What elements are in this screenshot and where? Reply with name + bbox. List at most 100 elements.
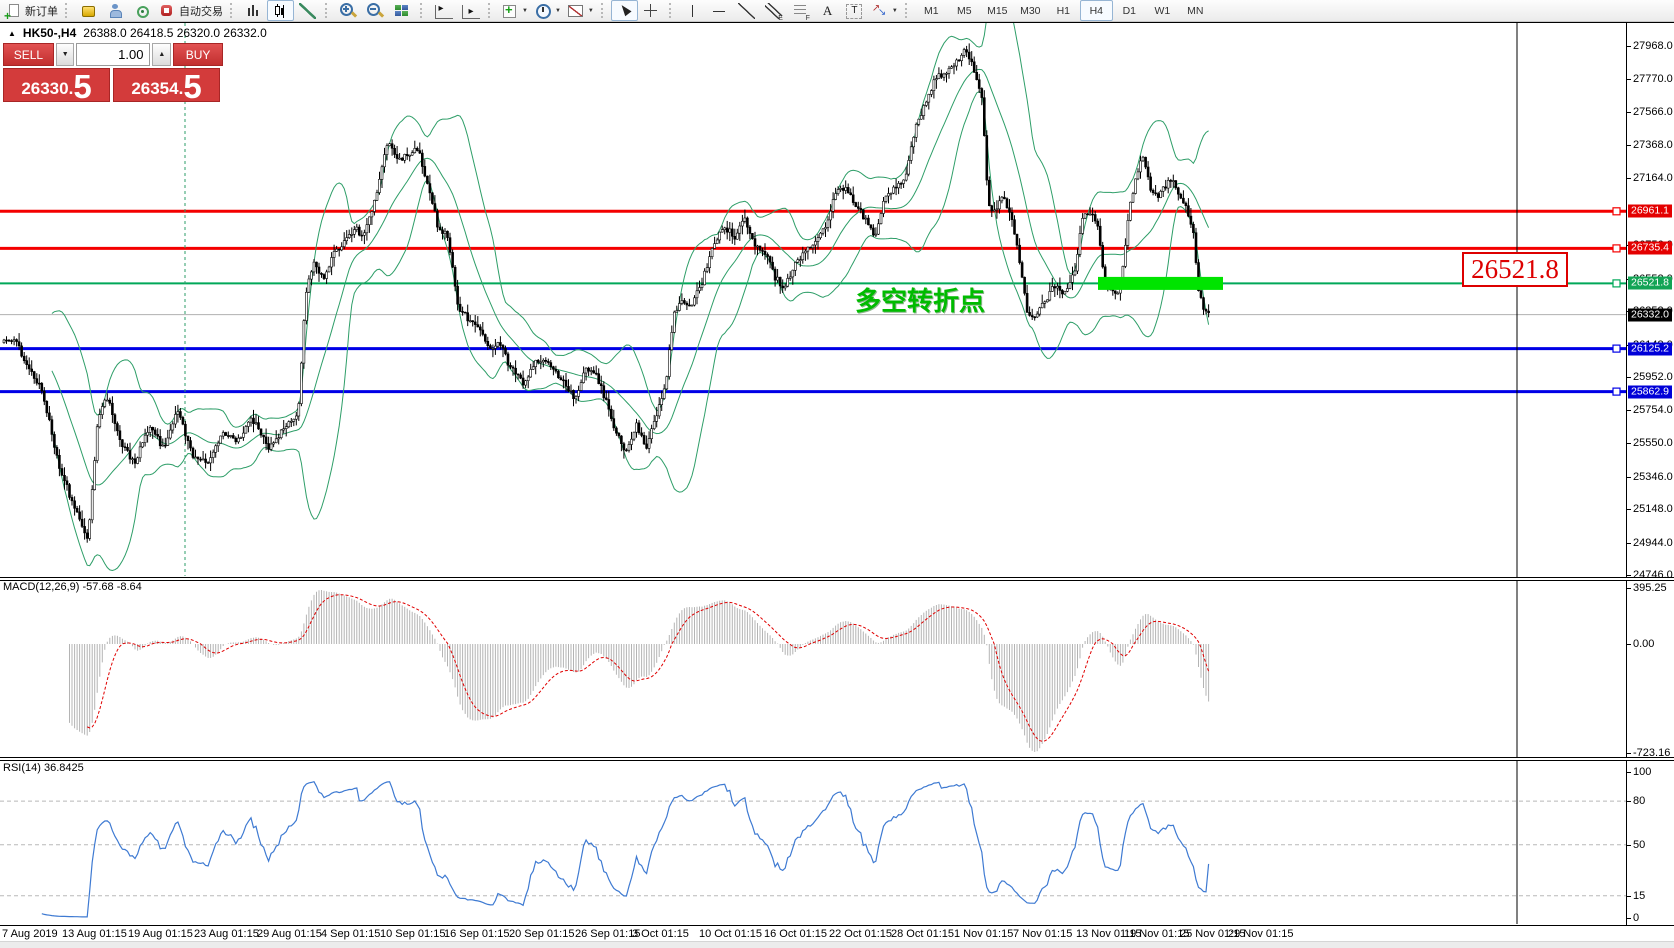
line-chart-button[interactable]	[294, 0, 321, 21]
volume-decrease-button[interactable]: ▼	[55, 43, 75, 66]
collapse-panel-icon[interactable]: ▲	[8, 29, 16, 38]
timeframe-MN[interactable]: MN	[1179, 0, 1212, 21]
sell-price-display[interactable]: 26330. 5	[3, 67, 110, 105]
vertical-line-button[interactable]	[679, 0, 706, 21]
horizontal-line-button[interactable]	[706, 0, 733, 21]
volume-increase-button[interactable]: ▲	[152, 43, 172, 66]
price-axis-label: 27968.0	[1633, 40, 1673, 52]
bollinger-band	[51, 68, 1210, 486]
tile-windows-button[interactable]	[389, 0, 416, 21]
horizontal-line-icon	[710, 2, 728, 19]
indicator-tick	[1627, 895, 1631, 897]
chevron-down-icon[interactable]: ▼	[555, 8, 561, 14]
rsi-indicator-label: RSI(14) 36.8425	[3, 762, 84, 774]
rsi-pane[interactable]	[0, 780, 1626, 918]
date-axis-label: 16 Oct 01:15	[764, 928, 827, 940]
text-annotation[interactable]: 多空转折点	[855, 281, 985, 318]
timeframe-M15[interactable]: M15	[981, 0, 1014, 21]
price-axis-label: 25550.0	[1633, 437, 1673, 449]
highlight-rectangle-object[interactable]	[1098, 276, 1223, 290]
price-tag: 25862.9	[1628, 385, 1672, 399]
equidistant-channel-button[interactable]	[760, 0, 787, 22]
arrows-button[interactable]: ▼	[868, 0, 901, 21]
trendline-button[interactable]	[733, 0, 760, 21]
fibonacci-button[interactable]	[787, 0, 814, 22]
timeframe-H1[interactable]: H1	[1047, 0, 1080, 21]
chevron-down-icon[interactable]: ▼	[522, 8, 528, 14]
add-indicator-button[interactable]: ▼	[498, 0, 531, 21]
timeframe-H4[interactable]: H4	[1079, 0, 1113, 21]
toolbar-separator	[488, 3, 494, 18]
date-axis-label: 16 Sep 01:15	[444, 928, 510, 940]
date-axis-label: 3 Oct 01:15	[632, 928, 689, 940]
price-tick	[1627, 178, 1631, 179]
text-label-icon	[846, 3, 863, 19]
main-price-pane[interactable]	[0, 0, 1626, 576]
line-anchor[interactable]	[1612, 279, 1621, 288]
periods-button[interactable]: ▼	[531, 0, 564, 21]
macd-axis-label: 0.00	[1633, 638, 1655, 650]
autotrading-icon	[159, 3, 176, 19]
rsi-axis-label: 0	[1633, 911, 1640, 924]
price-tag: 26332.0	[1628, 308, 1672, 322]
date-axis-label: 13 Aug 01:15	[62, 928, 127, 940]
arrows-icon	[871, 3, 888, 19]
indicator-tick	[1627, 772, 1631, 773]
volume-input[interactable]	[76, 43, 151, 66]
timeframe-W1[interactable]: W1	[1146, 0, 1179, 21]
templates-button[interactable]: ▼	[564, 0, 597, 21]
signals-icon	[134, 3, 151, 19]
price-callout-box[interactable]: 26521.8	[1462, 252, 1568, 287]
chart-shift-button[interactable]	[430, 0, 457, 21]
bollinger-band	[51, 91, 1210, 572]
timeframe-M1[interactable]: M1	[915, 0, 948, 21]
date-axis-label: 29 Aug 01:15	[257, 928, 322, 940]
toolbar-separator	[420, 3, 426, 18]
buy-price-display[interactable]: 26354. 5	[113, 68, 220, 103]
buy-button[interactable]: BUY	[173, 43, 223, 66]
pane-separator[interactable]	[0, 757, 1674, 761]
chevron-down-icon[interactable]: ▼	[892, 8, 898, 14]
timeframe-D1[interactable]: D1	[1113, 0, 1146, 21]
text-label-button[interactable]	[841, 0, 868, 21]
candlestick-chart-icon	[272, 2, 289, 19]
bar-chart-button[interactable]	[240, 0, 267, 21]
zoom-out-button[interactable]	[362, 0, 389, 21]
chevron-down-icon[interactable]: ▼	[588, 8, 594, 14]
line-anchor[interactable]	[1612, 244, 1621, 253]
line-anchor[interactable]	[1612, 387, 1621, 396]
auto-scroll-button[interactable]	[457, 0, 484, 21]
date-axis-label: 23 Aug 01:15	[194, 928, 259, 940]
price-tick	[1627, 377, 1631, 378]
date-axis-label: 29 Nov 01:15	[1228, 928, 1294, 940]
price-tick	[1627, 46, 1631, 47]
price-tick	[1627, 542, 1631, 544]
price-tag: 26521.8	[1628, 276, 1672, 290]
date-axis-label: 1 Nov 01:15	[954, 928, 1014, 940]
chart-canvas[interactable]	[0, 0, 1674, 948]
macd-histogram	[69, 590, 1210, 752]
price-tick	[1627, 112, 1631, 113]
autotrading-button[interactable]: 自动交易	[156, 0, 226, 21]
profiles-button[interactable]	[102, 0, 129, 21]
new-order-button[interactable]: 新订单	[2, 0, 61, 23]
line-chart-icon	[299, 2, 316, 19]
crosshair-button[interactable]	[638, 0, 665, 21]
zoom-in-button[interactable]	[335, 0, 362, 21]
macd-pane[interactable]	[69, 590, 1210, 752]
signals-button[interactable]	[129, 0, 156, 21]
text-button[interactable]	[814, 0, 841, 21]
timeframe-M30[interactable]: M30	[1014, 0, 1047, 21]
line-anchor[interactable]	[1612, 207, 1621, 216]
candlestick-chart-button[interactable]	[267, 0, 294, 21]
sell-button[interactable]: SELL	[3, 43, 54, 66]
cursor-button[interactable]	[610, 0, 638, 21]
toolbar-separator	[600, 3, 607, 18]
timeframe-M5[interactable]: M5	[948, 0, 981, 21]
new-chart-button[interactable]	[75, 0, 102, 21]
sell-price-fraction: 5	[73, 67, 92, 105]
chart-title: ▲ HK50-,H4 26388.0 26418.5 26320.0 26332…	[8, 26, 267, 40]
line-anchor[interactable]	[1612, 344, 1621, 353]
pane-separator[interactable]	[0, 577, 1674, 581]
price-axis-label: 25346.0	[1633, 470, 1673, 483]
